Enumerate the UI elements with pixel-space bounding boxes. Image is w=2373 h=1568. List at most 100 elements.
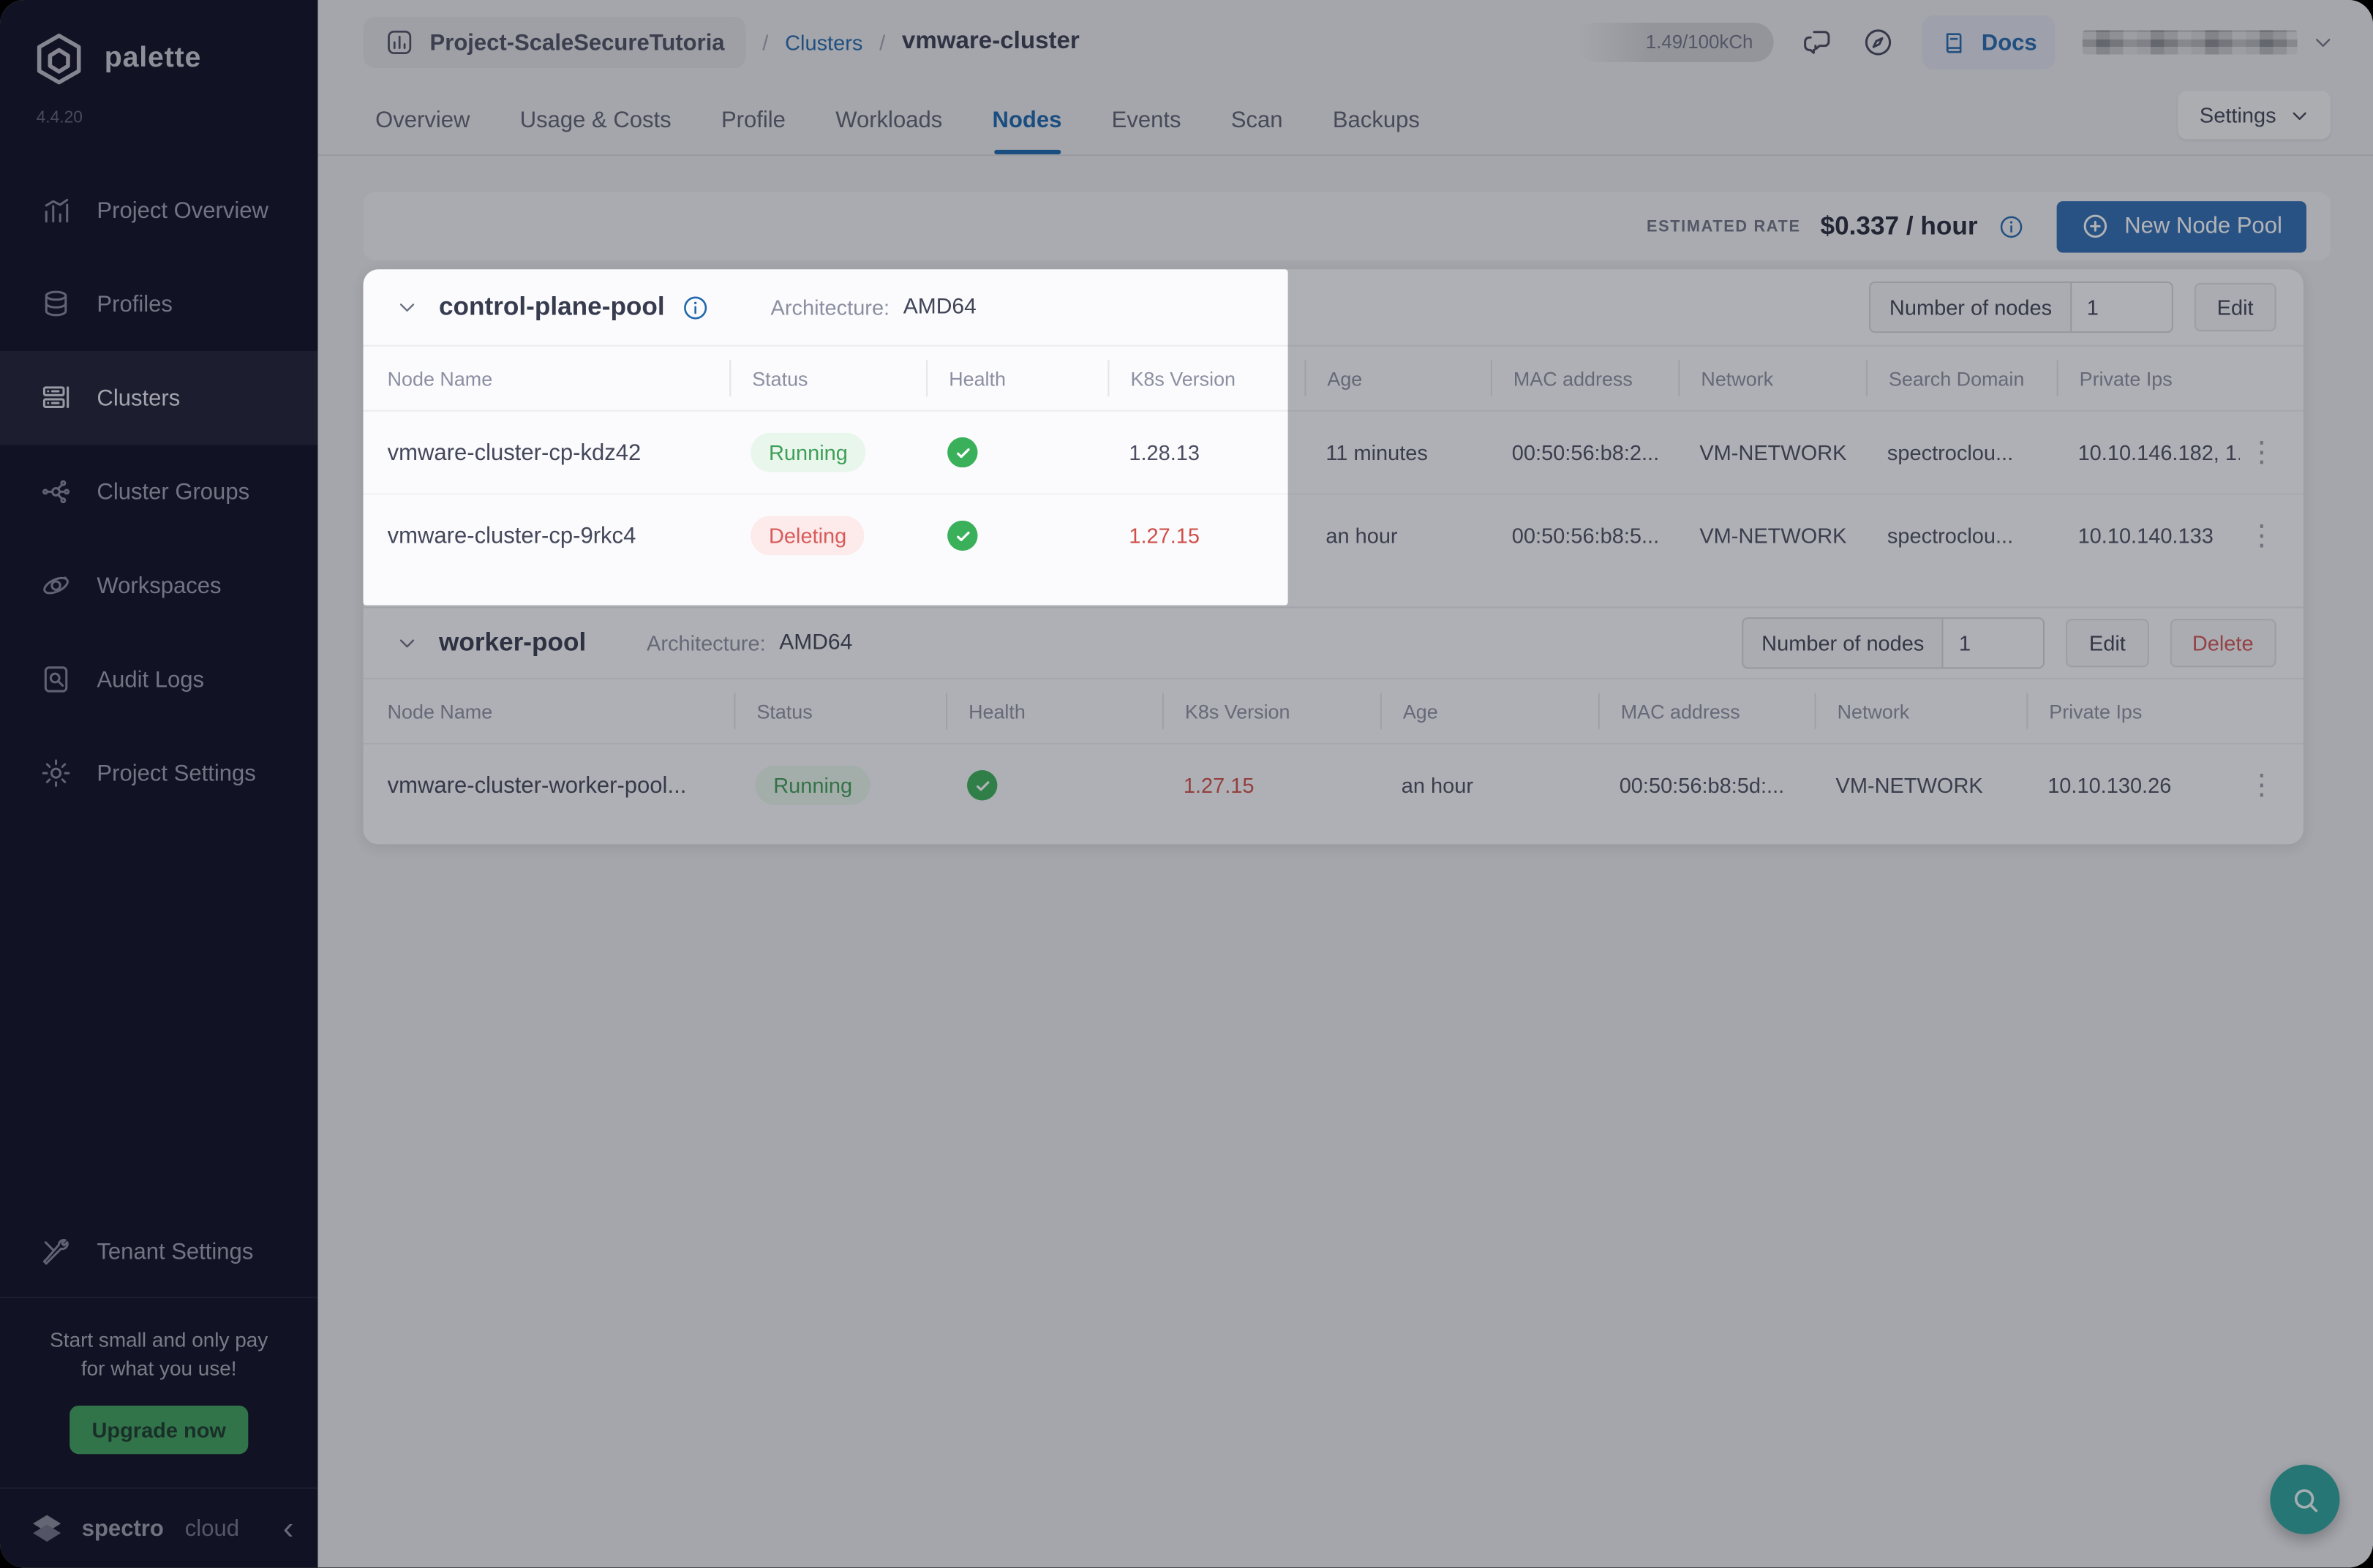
mac-address: 00:50:56:b8:5d:...	[1598, 773, 1815, 797]
sidebar-item-tenant-settings[interactable]: Tenant Settings	[0, 1209, 317, 1297]
column-header: Node Name	[364, 360, 730, 396]
sidebar-item-label: Audit Logs	[97, 666, 204, 692]
sidebar-item-cluster-groups[interactable]: Cluster Groups	[0, 445, 317, 538]
estimated-rate-value: $0.337 / hour	[1821, 211, 1978, 241]
server-icon	[40, 381, 73, 415]
pool-name: worker-pool	[439, 628, 586, 658]
edit-pool-button[interactable]: Edit	[2195, 283, 2276, 331]
tab-backups[interactable]: Backups	[1333, 85, 1420, 154]
number-of-nodes-input[interactable]: 1	[2072, 283, 2172, 331]
node-pools-card: control-plane-pool Architecture: AMD64 N…	[364, 269, 2304, 844]
compass-icon[interactable]	[1862, 26, 1895, 59]
user-menu[interactable]	[2083, 30, 2333, 54]
architecture-value: AMD64	[779, 631, 852, 655]
new-node-pool-button[interactable]: New Node Pool	[2056, 200, 2306, 252]
health-cell	[946, 770, 1162, 800]
column-header: Private Ips	[2057, 360, 2240, 396]
usage-quota-pill[interactable]: 1.49/100kCh	[1576, 23, 1775, 62]
private-ips: 10.10.140.133	[2057, 524, 2240, 548]
project-chart-icon	[384, 27, 414, 57]
cluster-tabs: Overview Usage & Costs Profile Workloads…	[375, 85, 1420, 154]
health-check-icon	[947, 521, 977, 551]
sidebar-item-project-settings[interactable]: Project Settings	[0, 726, 317, 820]
rate-info-icon[interactable]	[1997, 213, 2024, 240]
table-row: vmware-cluster-cp-9rkc4 Deleting 1.27.15…	[364, 493, 2304, 576]
sidebar-bottom: Tenant Settings Start small and only pay…	[0, 1209, 317, 1568]
orbit-icon	[40, 569, 73, 603]
tab-usage-costs[interactable]: Usage & Costs	[520, 85, 672, 154]
sidebar-item-project-overview[interactable]: Project Overview	[0, 163, 317, 257]
health-check-icon	[947, 437, 977, 467]
sidebar-item-audit-logs[interactable]: Audit Logs	[0, 633, 317, 726]
status-badge: Running	[755, 766, 870, 805]
sidebar-item-label: Cluster Groups	[97, 479, 249, 505]
tab-events[interactable]: Events	[1112, 85, 1181, 154]
header-divider	[317, 154, 2373, 156]
column-header: Status	[734, 693, 946, 730]
row-actions: ⋮	[2240, 521, 2304, 550]
architecture-label: Architecture:	[647, 631, 766, 655]
support-search-fab[interactable]	[2270, 1465, 2339, 1534]
new-node-pool-label: New Node Pool	[2124, 214, 2282, 239]
sidebar-item-clusters[interactable]: Clusters	[0, 351, 317, 445]
app-window: palette 4.4.20 Project Overview Profiles…	[0, 0, 2373, 1567]
chevron-down-icon	[2290, 105, 2309, 125]
upgrade-now-button[interactable]: Upgrade now	[69, 1406, 248, 1454]
sidebar-footer: spectrocloud ‹	[0, 1488, 317, 1568]
tab-nodes[interactable]: Nodes	[993, 85, 1062, 154]
sidebar-item-label: Project Settings	[97, 761, 255, 786]
status-badge: Deleting	[751, 516, 865, 555]
pool-info-icon[interactable]	[681, 293, 710, 321]
promo-line-1: Start small and only pay	[18, 1325, 300, 1354]
pool-section-control-plane: control-plane-pool Architecture: AMD64 N…	[364, 269, 2304, 606]
table-header: Node Name Status Health K8s Version Age …	[364, 678, 2304, 745]
network-icon	[40, 475, 73, 509]
sidebar-item-profiles[interactable]: Profiles	[0, 257, 317, 351]
pool-actions: Number of nodes 1 Edit	[1870, 282, 2276, 333]
health-check-icon	[967, 770, 997, 800]
search-domain: spectroclou...	[1866, 524, 2057, 548]
number-of-nodes-label: Number of nodes	[1871, 283, 2072, 331]
k8s-version: 1.28.13	[1107, 440, 1304, 464]
k8s-version: 1.27.15	[1162, 773, 1380, 797]
pool-name: control-plane-pool	[439, 292, 665, 322]
delete-pool-button[interactable]: Delete	[2170, 619, 2276, 667]
settings-button[interactable]: Settings	[2178, 91, 2331, 139]
app-version: 4.4.20	[0, 91, 317, 127]
collapse-chevron-icon[interactable]	[396, 297, 418, 318]
row-menu-kebab-icon[interactable]: ⋮	[2247, 521, 2276, 550]
collapse-chevron-icon[interactable]	[396, 633, 418, 654]
sidebar-item-label: Profiles	[97, 291, 173, 317]
docs-button[interactable]: Docs	[1922, 15, 2055, 69]
brand-name: palette	[105, 42, 202, 76]
breadcrumb-current-cluster: vmware-cluster	[902, 29, 1080, 56]
number-of-nodes-group: Number of nodes 1	[1742, 617, 2045, 668]
row-menu-kebab-icon[interactable]: ⋮	[2247, 438, 2276, 467]
chat-icon[interactable]	[1802, 26, 1835, 59]
sidebar-item-workspaces[interactable]: Workspaces	[0, 539, 317, 633]
user-name-redacted	[2083, 30, 2298, 54]
tab-workloads[interactable]: Workloads	[835, 85, 942, 154]
chevron-down-icon	[2312, 31, 2333, 53]
number-of-nodes-input[interactable]: 1	[1944, 619, 2044, 667]
sidebar-item-label: Project Overview	[97, 197, 268, 223]
breadcrumb-clusters-link[interactable]: Clusters	[785, 30, 862, 54]
age: an hour	[1380, 773, 1598, 797]
tab-scan[interactable]: Scan	[1231, 85, 1283, 154]
edit-pool-button[interactable]: Edit	[2066, 619, 2148, 667]
tab-profile[interactable]: Profile	[721, 85, 786, 154]
breadcrumb-project[interactable]: Project-ScaleSecureTutoria	[364, 17, 746, 68]
rate-toolbar: ESTIMATED RATE $0.337 / hour New Node Po…	[364, 192, 2331, 260]
tab-overview[interactable]: Overview	[375, 85, 470, 154]
header-actions: 1.49/100kCh Docs	[1576, 15, 2334, 69]
search-domain: spectroclou...	[1866, 440, 2057, 464]
column-header: MAC address	[1598, 693, 1815, 730]
palette-logo-icon	[30, 30, 88, 88]
mac-address: 00:50:56:b8:2...	[1491, 440, 1679, 464]
row-menu-kebab-icon[interactable]: ⋮	[2247, 771, 2276, 799]
table-row: vmware-cluster-cp-kdz42 Running 1.28.13 …	[364, 412, 2304, 494]
pool-header-worker: worker-pool Architecture: AMD64 Number o…	[364, 608, 2304, 678]
network: VM-NETWORK	[1678, 440, 1866, 464]
sidebar-collapse-icon[interactable]: ‹	[283, 1512, 293, 1544]
mac-address: 00:50:56:b8:5...	[1491, 524, 1679, 548]
